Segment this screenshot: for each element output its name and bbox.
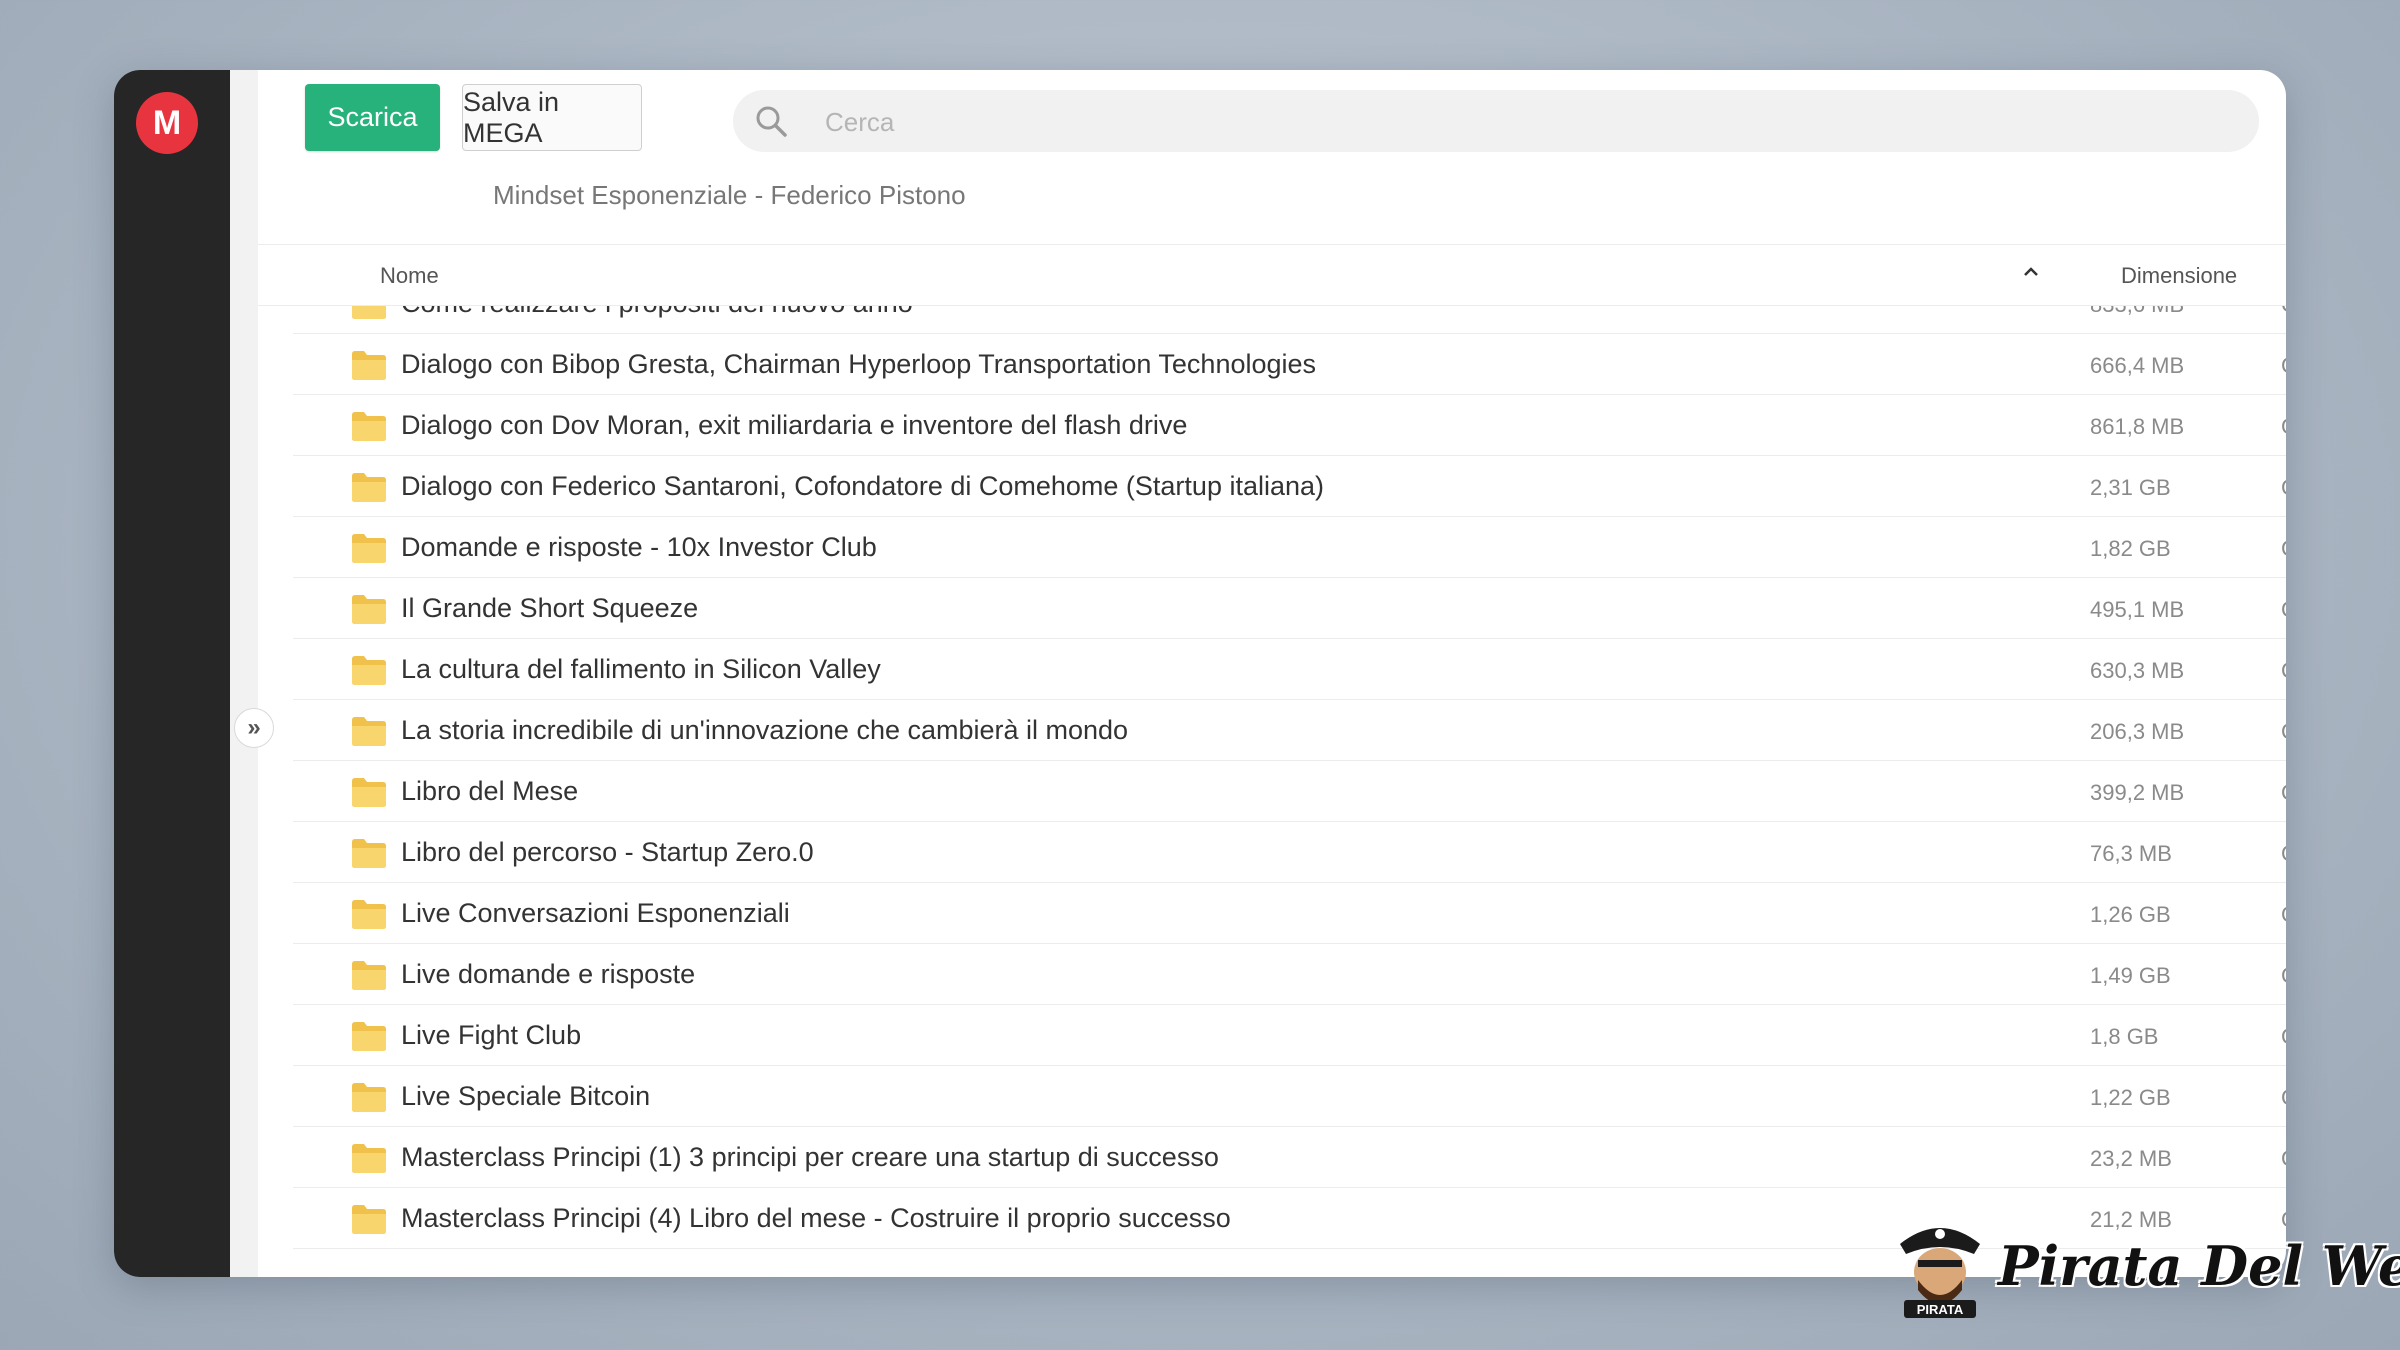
folder-icon bbox=[352, 473, 386, 502]
file-type: Cartella bbox=[2281, 780, 2286, 806]
folder-icon bbox=[352, 1144, 386, 1173]
file-size: 630,3 MB bbox=[2090, 658, 2185, 683]
sidebar-rail bbox=[230, 70, 258, 1277]
folder-icon bbox=[352, 656, 386, 685]
table-row[interactable]: Come realizzare i propositi del nuovo an… bbox=[293, 304, 2286, 334]
table-row[interactable]: Libro del Mese 399,2 MB Cartella bbox=[293, 761, 2286, 822]
file-size: 1,49 GB bbox=[2090, 963, 2171, 988]
table-header: Nome Dimensione Tipo bbox=[258, 244, 2286, 306]
table-row[interactable]: La storia incredibile di un'innovazione … bbox=[293, 700, 2286, 761]
file-size: 399,2 MB bbox=[2090, 780, 2185, 805]
file-type: Cartella bbox=[2281, 414, 2286, 440]
file-type: Cartella bbox=[2281, 1146, 2286, 1172]
table-row[interactable]: Dialogo con Bibop Gresta, Chairman Hyper… bbox=[293, 334, 2286, 395]
save-to-mega-button[interactable]: Salva in MEGA bbox=[462, 84, 642, 151]
file-name[interactable]: Live Fight Club bbox=[401, 1020, 581, 1051]
table-row[interactable]: La cultura del fallimento in Silicon Val… bbox=[293, 639, 2286, 700]
file-type: Cartella bbox=[2281, 536, 2286, 562]
sort-ascending-icon[interactable] bbox=[2020, 261, 2042, 283]
file-name[interactable]: La cultura del fallimento in Silicon Val… bbox=[401, 654, 881, 685]
file-name[interactable]: Dialogo con Dov Moran, exit miliardaria … bbox=[401, 410, 1187, 441]
folder-icon bbox=[352, 412, 386, 441]
watermark-text: Pirata Del Web bbox=[1998, 1234, 2400, 1298]
file-size: 1,22 GB bbox=[2090, 1085, 2171, 1110]
file-name[interactable]: Libro del Mese bbox=[401, 776, 578, 807]
folder-icon bbox=[352, 351, 386, 380]
file-name[interactable]: Masterclass Principi (1) 3 principi per … bbox=[401, 1142, 1219, 1173]
file-type: Cartella bbox=[2281, 1085, 2286, 1111]
search-input[interactable] bbox=[823, 100, 2207, 144]
folder-icon bbox=[352, 839, 386, 868]
file-type: Cartella bbox=[2281, 353, 2286, 379]
download-button[interactable]: Scarica bbox=[305, 84, 440, 151]
left-sidebar: M bbox=[114, 70, 230, 1277]
watermark: PIRATA Pirata Del Web bbox=[1890, 1210, 2400, 1320]
file-name[interactable]: Dialogo con Bibop Gresta, Chairman Hyper… bbox=[401, 349, 1316, 380]
file-name[interactable]: Come realizzare i propositi del nuovo an… bbox=[401, 304, 913, 319]
watermark-badge-text: PIRATA bbox=[1917, 1302, 1964, 1317]
file-name[interactable]: Live Conversazioni Esponenziali bbox=[401, 898, 790, 929]
file-size: 1,26 GB bbox=[2090, 902, 2171, 927]
file-name[interactable]: Il Grande Short Squeeze bbox=[401, 593, 698, 624]
folder-icon bbox=[352, 1083, 386, 1112]
file-size: 833,6 MB bbox=[2090, 304, 2185, 317]
table-row[interactable]: Masterclass Principi (1) 3 principi per … bbox=[293, 1127, 2286, 1188]
file-type: Cartella bbox=[2281, 902, 2286, 928]
table-row[interactable]: Live Conversazioni Esponenziali 1,26 GB Ca… bbox=[293, 883, 2286, 944]
file-type: Cartella bbox=[2281, 597, 2286, 623]
file-type: Cartella bbox=[2281, 719, 2286, 745]
file-name[interactable]: La storia incredibile di un'innovazione … bbox=[401, 715, 1128, 746]
table-row[interactable]: Live Speciale Bitcoin 1,22 GB Cartella bbox=[293, 1066, 2286, 1127]
file-size: 861,8 MB bbox=[2090, 414, 2185, 439]
file-size: 206,3 MB bbox=[2090, 719, 2185, 744]
file-size: 495,1 MB bbox=[2090, 597, 2185, 622]
file-type: Cartella bbox=[2281, 841, 2286, 867]
mega-logo[interactable]: M bbox=[136, 92, 198, 154]
folder-icon bbox=[352, 778, 386, 807]
mega-browser-window: M » Scarica Salva in MEGA Mindset Espone… bbox=[114, 70, 2286, 1277]
folder-icon bbox=[352, 900, 386, 929]
file-name[interactable]: Live domande e risposte bbox=[401, 959, 695, 990]
table-row[interactable]: Live Fight Club 1,8 GB Cartella bbox=[293, 1005, 2286, 1066]
table-row[interactable]: Dialogo con Dov Moran, exit miliardaria … bbox=[293, 395, 2286, 456]
file-size: 76,3 MB bbox=[2090, 841, 2172, 866]
file-name[interactable]: Libro del percorso - Startup Zero.0 bbox=[401, 837, 814, 868]
folder-icon bbox=[352, 717, 386, 746]
file-name[interactable]: Domande e risposte - 10x Investor Club bbox=[401, 532, 877, 563]
file-type: Cartella bbox=[2281, 475, 2286, 501]
folder-icon bbox=[352, 595, 386, 624]
search-icon bbox=[756, 106, 787, 137]
file-type: Cartella bbox=[2281, 304, 2286, 318]
table-row[interactable]: Live domande e risposte 1,49 GB Cartella bbox=[293, 944, 2286, 1005]
file-name[interactable]: Dialogo con Federico Santaroni, Cofondat… bbox=[401, 471, 1324, 502]
table-row[interactable]: Dialogo con Federico Santaroni, Cofondat… bbox=[293, 456, 2286, 517]
breadcrumb[interactable]: Mindset Esponenziale - Federico Pistono bbox=[493, 180, 966, 211]
table-row[interactable]: Il Grande Short Squeeze 495,1 MB Cartella bbox=[293, 578, 2286, 639]
folder-icon bbox=[352, 1022, 386, 1051]
folder-icon bbox=[352, 304, 386, 319]
table-row[interactable]: Libro del percorso - Startup Zero.0 76,3 … bbox=[293, 822, 2286, 883]
file-list[interactable]: Come realizzare i propositi del nuovo an… bbox=[258, 304, 2286, 1277]
search-bar[interactable] bbox=[733, 90, 2259, 152]
file-type: Cartella bbox=[2281, 963, 2286, 989]
column-header-name[interactable]: Nome bbox=[380, 263, 439, 289]
file-size: 1,82 GB bbox=[2090, 536, 2171, 561]
file-type: Cartella bbox=[2281, 658, 2286, 684]
file-name[interactable]: Masterclass Principi (4) Libro del mese … bbox=[401, 1203, 1231, 1234]
file-type: Cartella bbox=[2281, 1024, 2286, 1050]
column-header-size[interactable]: Dimensione bbox=[2121, 263, 2237, 289]
pirate-mascot-icon: PIRATA bbox=[1900, 1228, 1980, 1318]
folder-icon bbox=[352, 961, 386, 990]
file-name[interactable]: Live Speciale Bitcoin bbox=[401, 1081, 650, 1112]
folder-icon bbox=[352, 1205, 386, 1234]
file-size: 1,8 GB bbox=[2090, 1024, 2159, 1049]
folder-icon bbox=[352, 534, 386, 563]
file-size: 23,2 MB bbox=[2090, 1146, 2172, 1171]
table-row[interactable]: Domande e risposte - 10x Investor Club 1,… bbox=[293, 517, 2286, 578]
file-size: 2,31 GB bbox=[2090, 475, 2171, 500]
file-size: 666,4 MB bbox=[2090, 353, 2185, 378]
